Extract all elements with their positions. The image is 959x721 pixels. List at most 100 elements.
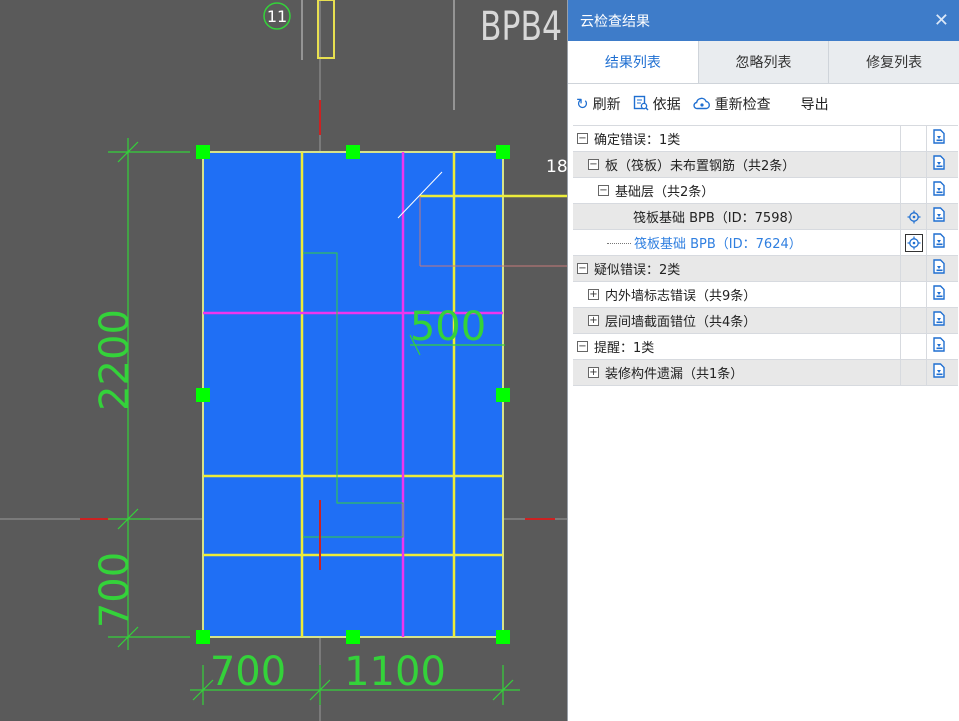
document-search-icon [633, 95, 649, 114]
grip-handle[interactable] [196, 145, 210, 159]
raft-slab[interactable] [202, 151, 504, 638]
detail-cell [926, 152, 951, 177]
document-link-icon[interactable] [932, 311, 946, 330]
locate-cell [900, 334, 926, 359]
tree-row[interactable]: − 提醒：1类 [573, 334, 958, 360]
export-button[interactable]: 导出 [801, 94, 829, 114]
tree-connector [607, 242, 631, 244]
element-label: BPB4 [480, 4, 562, 50]
expand-icon[interactable]: + [588, 289, 599, 300]
grip-handle[interactable] [196, 388, 210, 402]
result-tree: − 确定错误：1类 − 板（筏板）未布置钢筋（共2条） − 基础层（共2条） 筏板基础 BP… [573, 125, 958, 386]
basis-button[interactable]: 依据 [633, 94, 681, 114]
grip-handle[interactable] [496, 630, 510, 644]
refresh-label: 刷新 [592, 97, 621, 113]
tab-ignored[interactable]: 忽略列表 [699, 41, 830, 83]
document-link-icon[interactable] [932, 207, 946, 226]
locate-cell [900, 308, 926, 333]
tree-row[interactable]: − 基础层（共2条） [573, 178, 958, 204]
tab-bar: 结果列表 忽略列表 修复列表 [568, 41, 959, 84]
grip-handle[interactable] [496, 145, 510, 159]
dim-width-left: 700 [210, 649, 286, 695]
tree-row-label-cell: − 基础层（共2条） [573, 178, 900, 203]
axis-label: 11 [267, 7, 287, 26]
panel-title: 云检查结果 [580, 13, 650, 30]
tree-row-text: 筏板基础 BPB（ID：7598） [633, 211, 801, 226]
grip-handle[interactable] [196, 630, 210, 644]
document-link-icon[interactable] [932, 337, 946, 356]
basis-label: 依据 [652, 97, 681, 113]
detail-cell [926, 178, 951, 203]
tab-results[interactable]: 结果列表 [568, 41, 699, 83]
tree-row-label-cell: − 提醒：1类 [573, 334, 900, 359]
panel-titlebar: 云检查结果 ✕ [568, 0, 959, 41]
tree-row-text: 基础层（共2条） [615, 185, 715, 200]
document-link-icon[interactable] [932, 155, 946, 174]
locate-icon[interactable] [905, 208, 923, 226]
document-link-icon[interactable] [932, 129, 946, 148]
tree-row-label-cell: − 疑似错误：2类 [573, 256, 900, 281]
locate-icon[interactable] [904, 233, 923, 252]
detail-cell [926, 204, 951, 229]
side-label: 18 [546, 157, 567, 177]
refresh-button[interactable]: ↻ 刷新 [576, 94, 621, 114]
locate-cell [900, 152, 926, 177]
toolbar: ↻ 刷新 依据 重新检查 导出 [568, 84, 959, 124]
tree-row[interactable]: − 板（筏板）未布置钢筋（共2条） [573, 152, 958, 178]
grip-handle[interactable] [346, 145, 360, 159]
locate-cell [900, 126, 926, 151]
detail-cell [926, 256, 951, 281]
collapse-icon[interactable]: − [577, 341, 588, 352]
tab-repaired[interactable]: 修复列表 [829, 41, 959, 83]
dim-width-right: 1100 [344, 649, 446, 695]
tree-row[interactable]: + 层间墙截面错位（共4条） [573, 308, 958, 334]
tree-row[interactable]: + 装修构件遗漏（共1条） [573, 360, 958, 386]
tree-row-label-cell: + 装修构件遗漏（共1条） [573, 360, 900, 385]
dim-height-top: 2200 [92, 309, 138, 411]
detail-cell [926, 126, 951, 151]
collapse-icon[interactable]: − [577, 133, 588, 144]
export-label: 导出 [800, 97, 829, 113]
tree-row-label-cell: − 板（筏板）未布置钢筋（共2条） [573, 152, 900, 177]
recheck-label: 重新检查 [714, 97, 771, 113]
expand-icon[interactable]: + [588, 315, 599, 326]
expand-icon[interactable]: + [588, 367, 599, 378]
tree-row-text: 确定错误：1类 [594, 133, 681, 148]
detail-cell [926, 334, 951, 359]
tree-row-text: 板（筏板）未布置钢筋（共2条） [605, 159, 796, 174]
cad-canvas[interactable]: 11 BPB4 18 2200 700 700 1100 500 [0, 0, 567, 721]
collapse-icon[interactable]: − [577, 263, 588, 274]
tree-row-text: 筏板基础 BPB（ID：7624） [634, 237, 802, 252]
close-icon[interactable]: ✕ [934, 10, 949, 31]
recheck-button[interactable]: 重新检查 [692, 94, 771, 114]
refresh-icon: ↻ [576, 94, 589, 113]
dim-height-bottom: 700 [92, 552, 138, 628]
tree-row[interactable]: 筏板基础 BPB（ID：7598） [573, 204, 958, 230]
document-link-icon[interactable] [932, 363, 946, 382]
tree-row-label-cell: 筏板基础 BPB（ID：7624） [573, 230, 900, 255]
document-link-icon[interactable] [932, 181, 946, 200]
locate-cell [900, 230, 926, 255]
cloud-check-panel: 云检查结果 ✕ 结果列表 忽略列表 修复列表 ↻ 刷新 依据 重新检查 导出 −… [567, 0, 959, 721]
detail-cell [926, 308, 951, 333]
grip-handle[interactable] [346, 630, 360, 644]
tree-row[interactable]: + 内外墙标志错误（共9条） [573, 282, 958, 308]
cloud-icon [692, 96, 711, 113]
locate-cell [900, 256, 926, 281]
collapse-icon[interactable]: − [588, 159, 599, 170]
detail-cell [926, 230, 951, 255]
tree-row[interactable]: − 疑似错误：2类 [573, 256, 958, 282]
document-link-icon[interactable] [932, 285, 946, 304]
document-link-icon[interactable] [932, 259, 946, 278]
locate-cell [900, 204, 926, 229]
grip-handle[interactable] [496, 388, 510, 402]
document-link-icon[interactable] [932, 233, 946, 252]
tree-row-text: 疑似错误：2类 [594, 263, 681, 278]
tree-row-label-cell: + 内外墙标志错误（共9条） [573, 282, 900, 307]
tree-row[interactable]: − 确定错误：1类 [573, 126, 958, 152]
tree-row-label-cell: 筏板基础 BPB（ID：7598） [573, 204, 900, 229]
tree-row-text: 层间墙截面错位（共4条） [605, 315, 757, 330]
detail-cell [926, 282, 951, 307]
collapse-icon[interactable]: − [598, 185, 609, 196]
tree-row[interactable]: 筏板基础 BPB（ID：7624） [573, 230, 958, 256]
